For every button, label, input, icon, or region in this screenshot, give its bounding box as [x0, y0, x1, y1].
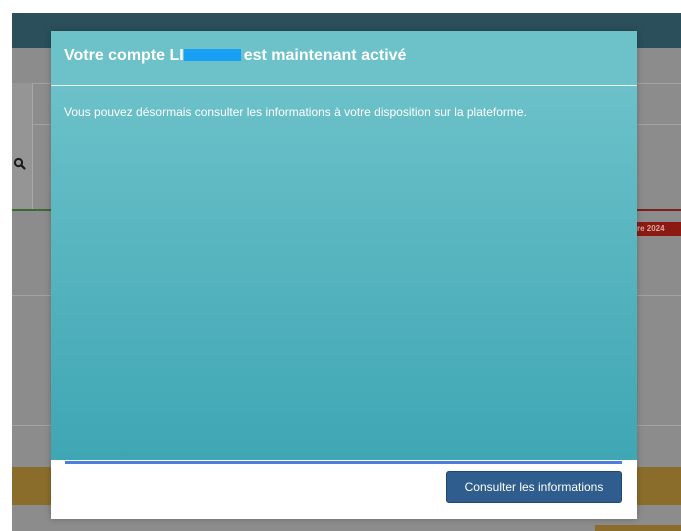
modal-body: Vous pouvez désormais consulter les info…: [51, 86, 637, 460]
modal-title-suffix: est maintenant activé: [243, 47, 407, 64]
modal-footer: Consulter les informations: [51, 464, 637, 519]
search-icon: [13, 157, 26, 170]
modal-title: Votre compte LI est maintenant activé: [64, 47, 406, 65]
background-orange-banner: [12, 467, 52, 505]
background-date-badge: re 2024: [636, 222, 681, 236]
modal-header: Votre compte LI est maintenant activé: [51, 31, 637, 86]
background-orange-banner: [636, 467, 681, 505]
background-green-underline: [12, 209, 52, 211]
modal-message: Vous pouvez désormais consulter les info…: [64, 105, 527, 119]
consult-information-button[interactable]: Consulter les informations: [446, 471, 622, 503]
background-search-box: [12, 83, 33, 211]
background-orange-button: [595, 525, 681, 531]
modal-title-prefix: Votre compte LI: [64, 47, 184, 64]
redaction-block: [183, 49, 241, 61]
account-activated-modal: Votre compte LI est maintenant activé Vou…: [51, 31, 637, 519]
background-red-underline: [637, 209, 681, 211]
